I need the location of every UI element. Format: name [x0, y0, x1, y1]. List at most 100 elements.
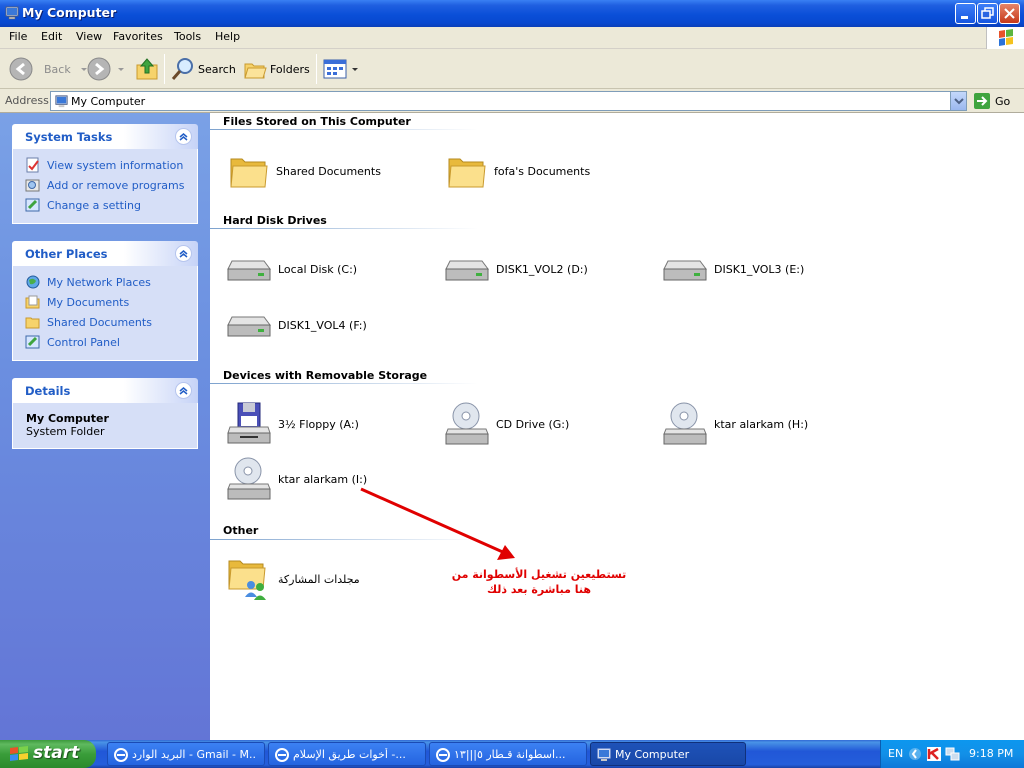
fofa-documents-item[interactable]: fofa's Documents	[446, 151, 590, 191]
taskbar-button-label: My Computer	[615, 748, 690, 761]
item-label: 3½ Floppy (A:)	[278, 417, 359, 431]
ktar-alarkam-h-item[interactable]: ktar alarkam (H:)	[662, 401, 808, 447]
local-disk-c-item[interactable]: Local Disk (C:)	[226, 253, 357, 285]
my-network-places-link[interactable]: My Network Places	[25, 272, 197, 292]
hard-drive-icon	[663, 260, 707, 281]
control-panel-icon	[25, 198, 40, 212]
collapse-button[interactable]	[175, 245, 192, 262]
chevron-down-icon	[954, 98, 964, 105]
taskbar: start البريد الوارد - Gmail - M... أخوات…	[0, 740, 1024, 768]
collapse-button[interactable]	[175, 382, 192, 399]
disk1-vol2-d-item[interactable]: DISK1_VOL2 (D:)	[444, 253, 588, 285]
floppy-a-item[interactable]: 3½ Floppy (A:)	[226, 401, 359, 447]
content-pane: Files Stored on This Computer Shared Doc…	[210, 113, 1024, 740]
group-divider	[210, 383, 478, 384]
details-title: Details	[25, 384, 71, 398]
annotation-text: تستطيعين تشغيل الأسطوانة من هنا مباشرة ب…	[451, 568, 627, 596]
add-remove-programs-link[interactable]: Add or remove programs	[25, 175, 197, 195]
control-panel-link[interactable]: Control Panel	[25, 332, 197, 352]
go-label: Go	[995, 95, 1011, 108]
shared-documents-link[interactable]: Shared Documents	[25, 312, 197, 332]
address-value: My Computer	[71, 95, 146, 108]
up-folder-button[interactable]	[134, 55, 160, 83]
close-icon	[1004, 8, 1015, 19]
start-label: start	[33, 743, 80, 763]
address-dropdown-button[interactable]	[950, 92, 966, 110]
antivirus-icon[interactable]	[926, 746, 942, 762]
item-label: Shared Documents	[276, 164, 381, 178]
forward-button[interactable]	[86, 55, 126, 83]
taskbar-button-cd[interactable]: اسطوانة قـطار ٥|||١٣...	[429, 742, 587, 766]
item-label: DISK1_VOL2 (D:)	[496, 262, 588, 276]
system-tasks-panel: System Tasks View system information Add…	[12, 124, 198, 224]
folders-label: Folders	[270, 62, 310, 76]
search-icon	[171, 58, 193, 80]
add-remove-programs-icon	[25, 179, 40, 192]
disk1-vol4-f-item[interactable]: DISK1_VOL4 (F:)	[226, 309, 367, 341]
title-bar[interactable]: My Computer	[0, 0, 1024, 27]
close-button[interactable]	[999, 3, 1020, 24]
hard-drive-icon	[227, 316, 271, 337]
task-link-label: My Network Places	[47, 275, 151, 289]
taskbar-button-gmail[interactable]: البريد الوارد - Gmail - M...	[107, 742, 265, 766]
search-label: Search	[198, 62, 236, 76]
chevron-down-icon	[118, 68, 124, 71]
clock[interactable]: 9:18 PM	[969, 747, 1013, 760]
group-header-removable: Devices with Removable Storage	[223, 369, 428, 382]
ktar-alarkam-i-item[interactable]: ktar alarkam (I:)	[226, 456, 367, 502]
documents-folder-icon	[25, 295, 40, 309]
menu-favorites[interactable]: Favorites	[113, 30, 163, 43]
language-indicator[interactable]: EN	[888, 747, 903, 760]
cd-drive-icon	[663, 402, 707, 445]
folders-button[interactable]: Folders	[242, 55, 310, 83]
back-button[interactable]: Back	[8, 55, 89, 83]
views-button[interactable]	[322, 55, 360, 83]
search-button[interactable]: Search	[170, 55, 236, 83]
chevron-up-icon	[179, 133, 188, 141]
cd-drive-g-item[interactable]: CD Drive (G:)	[444, 401, 569, 447]
other-places-panel: Other Places My Network Places My Docume…	[12, 241, 198, 361]
group-header-hdd: Hard Disk Drives	[223, 214, 327, 227]
menu-file[interactable]: File	[9, 30, 27, 43]
menu-view[interactable]: View	[76, 30, 102, 43]
change-setting-link[interactable]: Change a setting	[25, 195, 197, 215]
restore-button[interactable]	[977, 3, 998, 24]
network-icon[interactable]	[945, 746, 961, 762]
menu-help[interactable]: Help	[215, 30, 240, 43]
menu-edit[interactable]: Edit	[41, 30, 62, 43]
item-label: fofa's Documents	[494, 164, 591, 178]
item-label: ktar alarkam (I:)	[278, 472, 368, 486]
taskbar-button-sisters[interactable]: أخوات طريق الإسلام -...	[268, 742, 426, 766]
details-panel: Details My Computer System Folder	[12, 378, 198, 449]
language-bar-arrow-icon[interactable]	[908, 746, 922, 762]
collapse-button[interactable]	[175, 128, 192, 145]
other-places-header[interactable]: Other Places	[12, 241, 198, 266]
details-name: My Computer	[26, 412, 109, 425]
group-divider	[210, 129, 478, 130]
shared-folder-icon	[228, 560, 266, 600]
my-documents-link[interactable]: My Documents	[25, 292, 197, 312]
folder-icon	[448, 158, 486, 188]
menu-tools[interactable]: Tools	[174, 30, 201, 43]
disk1-vol3-e-item[interactable]: DISK1_VOL3 (E:)	[662, 253, 804, 285]
task-link-label: Shared Documents	[47, 315, 152, 329]
shared-documents-item[interactable]: Shared Documents	[228, 151, 381, 191]
annotation-arrow	[360, 487, 515, 560]
taskbar-button-label: البريد الوارد - Gmail - M...	[132, 748, 257, 761]
go-button[interactable]: Go	[970, 91, 1022, 111]
item-label: CD Drive (G:)	[496, 417, 570, 431]
details-header[interactable]: Details	[12, 378, 198, 403]
item-label: مجلدات المشاركة	[278, 572, 360, 586]
address-input[interactable]: My Computer	[50, 91, 967, 111]
system-tasks-header[interactable]: System Tasks	[12, 124, 198, 149]
taskbar-button-my-computer[interactable]: My Computer	[590, 742, 746, 766]
start-button[interactable]: start	[0, 740, 96, 768]
cd-drive-icon	[227, 457, 271, 500]
view-system-info-link[interactable]: View system information	[25, 155, 197, 175]
back-arrow-icon	[9, 57, 33, 81]
shared-folders-item[interactable]: مجلدات المشاركة	[226, 555, 360, 603]
minimize-button[interactable]	[955, 3, 976, 24]
window-title: My Computer	[22, 5, 117, 20]
my-computer-icon	[55, 95, 68, 108]
folder-icon	[230, 158, 268, 188]
